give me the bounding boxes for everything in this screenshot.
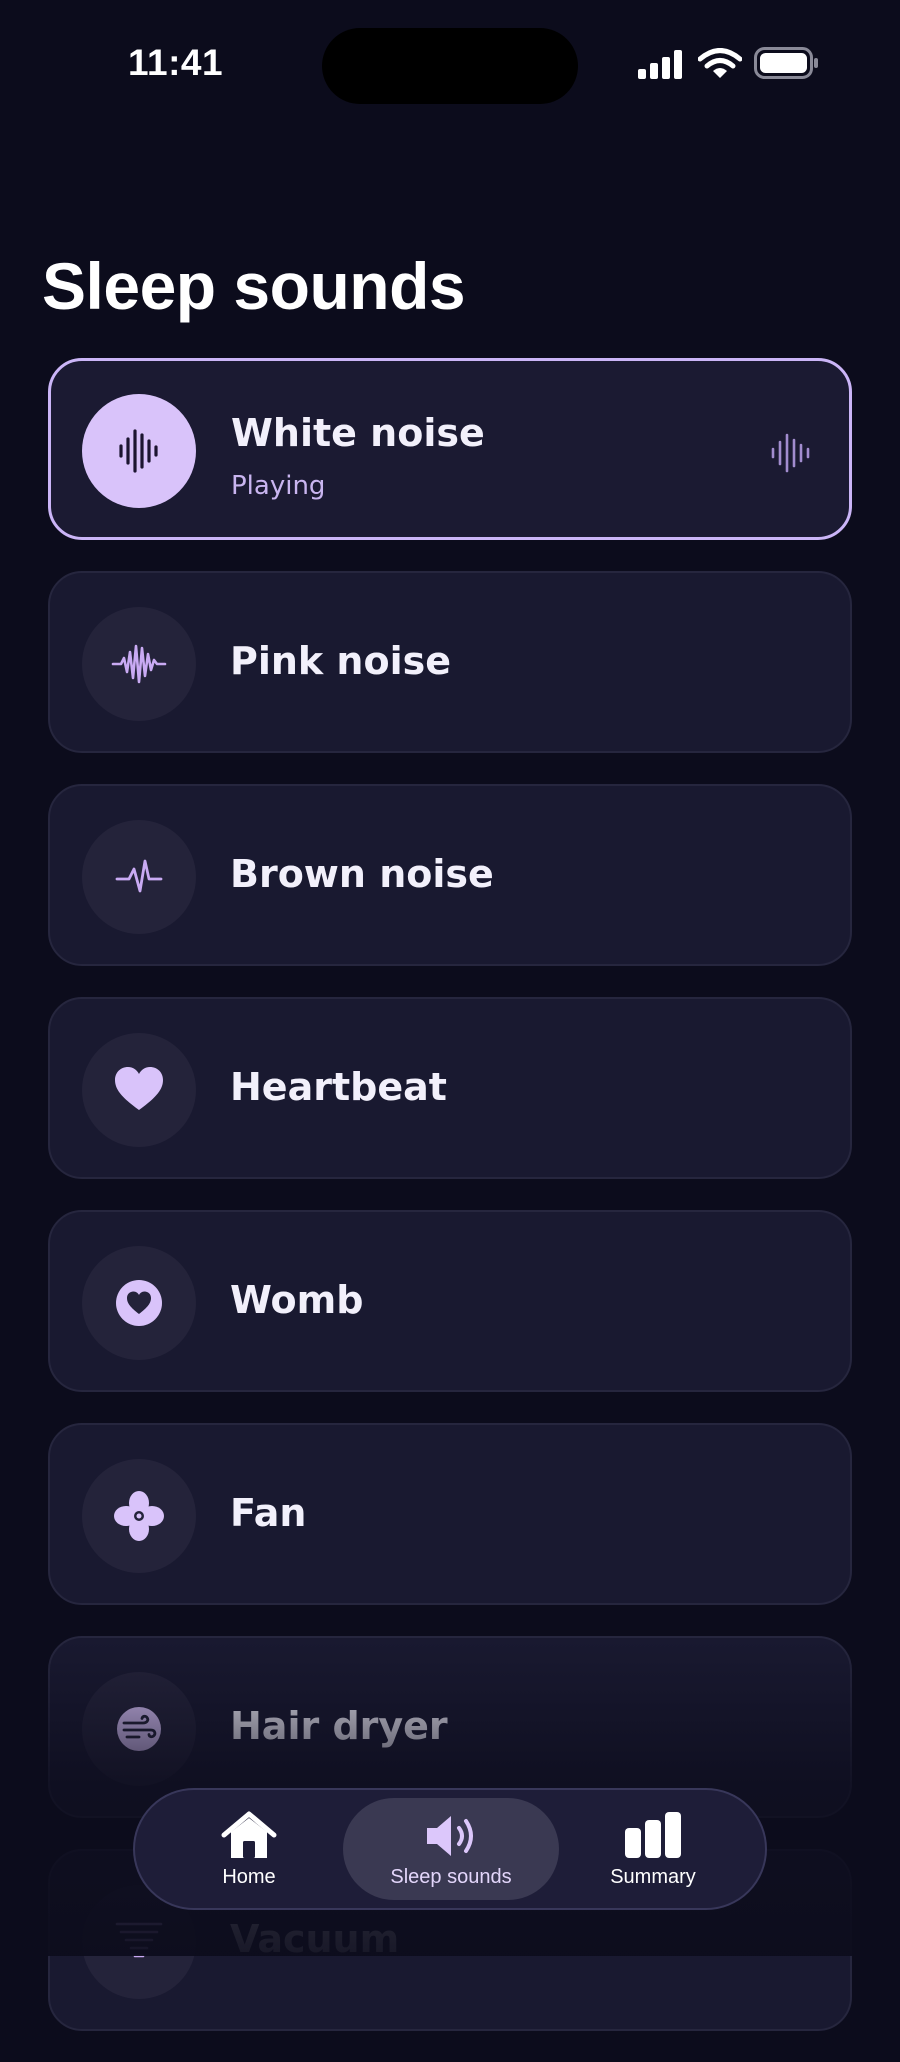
status-time: 11:41 xyxy=(128,42,224,83)
battery-icon xyxy=(754,47,818,79)
heart-circle-icon xyxy=(116,1280,162,1326)
sound-icon-badge xyxy=(82,1033,196,1147)
sound-icon-badge xyxy=(82,1672,196,1786)
sound-icon-badge xyxy=(82,394,196,508)
tornado-icon xyxy=(115,1922,163,1958)
tab-bar: Home Sleep sounds Summary xyxy=(133,1788,767,1910)
wifi-icon xyxy=(698,48,742,78)
speaker-icon xyxy=(427,1816,473,1856)
page-title: Sleep sounds xyxy=(42,249,466,323)
pulse-icon xyxy=(115,859,163,893)
dynamic-island xyxy=(322,28,578,104)
sound-item-brown-noise[interactable]: Brown noise xyxy=(48,784,852,966)
sound-name: Brown noise xyxy=(230,852,494,896)
sound-icon-badge xyxy=(82,1246,196,1360)
sound-status: Playing xyxy=(231,471,326,501)
sound-icon-badge xyxy=(82,1459,196,1573)
waveform-icon xyxy=(119,429,158,473)
fan-icon xyxy=(114,1491,164,1541)
sound-item-womb[interactable]: Womb xyxy=(48,1210,852,1392)
tab-label: Home xyxy=(222,1866,276,1888)
wind-icon xyxy=(117,1707,161,1751)
status-bar: 11:41 xyxy=(0,0,900,130)
sound-icon-badge xyxy=(82,820,196,934)
sound-item-fan[interactable]: Fan xyxy=(48,1423,852,1605)
tab-label: Sleep sounds xyxy=(390,1866,512,1888)
tab-home[interactable]: Home xyxy=(159,1798,339,1900)
sound-name: Womb xyxy=(230,1278,364,1322)
pink-wave-icon xyxy=(111,644,167,684)
tab-summary[interactable]: Summary xyxy=(563,1798,743,1900)
sound-item-pink-noise[interactable]: Pink noise xyxy=(48,571,852,753)
sound-name: Fan xyxy=(230,1491,307,1535)
now-playing-waveform-icon xyxy=(771,433,810,473)
house-icon xyxy=(221,1811,277,1858)
tab-sleep-sounds[interactable]: Sleep sounds xyxy=(343,1798,559,1900)
tab-label: Summary xyxy=(610,1866,696,1888)
cellular-signal-icon xyxy=(638,50,682,79)
sound-item-heartbeat[interactable]: Heartbeat xyxy=(48,997,852,1179)
sound-name: Vacuum xyxy=(230,1917,400,1961)
sound-name: White noise xyxy=(231,411,485,455)
heart-icon xyxy=(115,1067,163,1110)
sound-icon-badge xyxy=(82,607,196,721)
bar-chart-icon xyxy=(625,1812,681,1858)
sound-name: Heartbeat xyxy=(230,1065,447,1109)
sound-name: Pink noise xyxy=(230,639,452,683)
sound-name: Hair dryer xyxy=(230,1704,448,1748)
sound-item-white-noise[interactable]: White noise Playing xyxy=(48,358,852,540)
